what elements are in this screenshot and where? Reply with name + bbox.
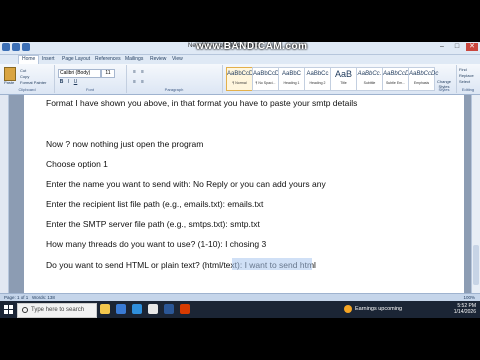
copy-button[interactable]: Copy — [20, 74, 29, 79]
editing-group: Find Replace Select Editing — [456, 65, 480, 93]
vertical-ruler — [0, 95, 9, 293]
italic-button[interactable]: I — [66, 79, 71, 85]
editing-label: Editing — [461, 87, 475, 92]
bold-button[interactable]: B — [59, 79, 64, 85]
save-icon[interactable] — [12, 43, 20, 51]
screen: New Microsoft Office Word www.BANDICAM.c… — [0, 0, 480, 360]
change-styles-group: Change Styles Styles — [432, 65, 457, 93]
style-heading-2[interactable]: AaBbCc Heading 2 — [304, 67, 331, 91]
quick-access-toolbar — [2, 43, 30, 51]
styles-group: AaBbCcDc ¶ Normal AaBbCcDc ¶ No Spaci... A… — [222, 65, 438, 93]
tab-page-layout[interactable]: Page Layout — [62, 56, 90, 62]
clipboard-label: Clipboard — [18, 87, 36, 92]
format-painter-button[interactable]: Format Painter — [20, 80, 46, 85]
find-button[interactable]: Find — [459, 67, 467, 72]
office-button-icon[interactable] — [2, 43, 10, 51]
tab-review[interactable]: Review — [150, 56, 166, 62]
style-no-spacing[interactable]: AaBbCcDc ¶ No Spaci... — [252, 67, 282, 91]
tab-references[interactable]: References — [95, 56, 121, 62]
doc-line-2: Now ? now nothing just open the program — [46, 139, 204, 149]
bandicam-watermark: www.BANDICAM.com — [196, 41, 308, 52]
minimize-icon[interactable]: – — [436, 43, 448, 51]
bullets-icon[interactable]: ≡ — [132, 69, 137, 75]
word-count[interactable]: Words: 138 — [32, 295, 55, 300]
tab-insert[interactable]: Insert — [42, 56, 55, 62]
styles-label: Styles — [438, 87, 450, 92]
edge-icon[interactable] — [132, 304, 142, 314]
style-heading-1[interactable]: AaBbC Heading 1 — [278, 67, 305, 91]
doc-line-6: Enter the SMTP server file path (e.g., s… — [46, 219, 260, 229]
doc-line-7: How many threads do you want to use? (1-… — [46, 239, 267, 249]
doc-line-4: Enter the name you want to send with: No… — [46, 179, 326, 189]
taskbar: Type here to search Earnings upcoming 5:… — [0, 301, 480, 318]
paragraph-label: Paragraph — [164, 87, 184, 92]
numbering-icon[interactable]: ≡ — [140, 69, 145, 75]
page-count[interactable]: Page: 1 of 1 — [4, 295, 28, 300]
style-subtle-emphasis[interactable]: AaBbCcDc Subtle Em... — [382, 67, 412, 91]
system-clock[interactable]: 5:52 PM 1/14/2026 — [454, 303, 476, 315]
underline-button[interactable]: U — [73, 79, 78, 85]
tab-view[interactable]: View — [172, 56, 183, 62]
ribbon-tabs: Home Insert Page Layout References Maili… — [0, 55, 480, 64]
style-subtitle[interactable]: AaBbCc. Subtitle — [356, 67, 383, 91]
close-icon[interactable]: ✕ — [466, 43, 478, 51]
paste-icon[interactable] — [4, 67, 16, 81]
zoom-level[interactable]: 100% — [463, 295, 475, 300]
select-button[interactable]: Select — [459, 79, 470, 84]
taskbar-search[interactable]: Type here to search — [17, 303, 97, 318]
window-controls: – □ ✕ — [436, 43, 478, 51]
font-name-select[interactable]: Calibri (Body) — [58, 69, 101, 78]
ribbon: Paste Cut Copy Format Painter Clipboard … — [0, 64, 480, 95]
cut-button[interactable]: Cut — [20, 68, 26, 73]
doc-line-1: Format I have shown you above, in that f… — [46, 98, 358, 108]
tab-home[interactable]: Home — [18, 55, 40, 64]
chrome-icon[interactable] — [148, 304, 158, 314]
paste-button[interactable]: Paste — [4, 80, 14, 85]
align-left-icon[interactable]: ≡ — [132, 79, 137, 85]
style-title[interactable]: AaB Title — [330, 67, 357, 91]
font-size-select[interactable]: 11 — [101, 69, 115, 78]
maximize-icon[interactable]: □ — [451, 43, 463, 51]
replace-button[interactable]: Replace — [459, 73, 474, 78]
align-center-icon[interactable]: ≡ — [140, 79, 145, 85]
doc-line-5: Enter the recipient list file path (e.g.… — [46, 199, 264, 209]
vertical-scrollbar[interactable] — [471, 95, 480, 293]
font-group: Calibri (Body) 11 B I U Font — [54, 65, 127, 93]
scroll-thumb[interactable] — [473, 245, 479, 285]
font-label: Font — [85, 87, 94, 92]
task-view-icon[interactable] — [116, 304, 126, 314]
clipboard-group: Paste Cut Copy Format Painter Clipboard — [0, 65, 55, 93]
tab-mailings[interactable]: Mailings — [125, 56, 143, 62]
app-icon[interactable] — [180, 304, 190, 314]
doc-line-3: Choose option 1 — [46, 159, 108, 169]
clock-date: 1/14/2026 — [453, 309, 476, 315]
word-icon[interactable] — [164, 304, 174, 314]
windows-start-icon[interactable] — [4, 305, 13, 314]
undo-icon[interactable] — [22, 43, 30, 51]
letterbox-top — [0, 0, 480, 42]
letterbox-bottom — [0, 318, 480, 360]
text-selection-highlight — [232, 258, 312, 270]
file-explorer-icon[interactable] — [100, 304, 110, 314]
search-placeholder: Type here to search — [31, 307, 85, 313]
weather-text[interactable]: Earnings upcoming — [355, 306, 402, 312]
title-bar: New Microsoft Office Word www.BANDICAM.c… — [0, 41, 480, 55]
style-normal[interactable]: AaBbCcDc ¶ Normal — [226, 67, 256, 91]
search-icon — [22, 307, 28, 313]
weather-icon[interactable] — [344, 305, 352, 313]
paragraph-group: ≡ ≡ ≡ ≡ Paragraph — [126, 65, 223, 93]
style-emphasis[interactable]: AaBbCcDc Emphasis — [408, 67, 438, 91]
